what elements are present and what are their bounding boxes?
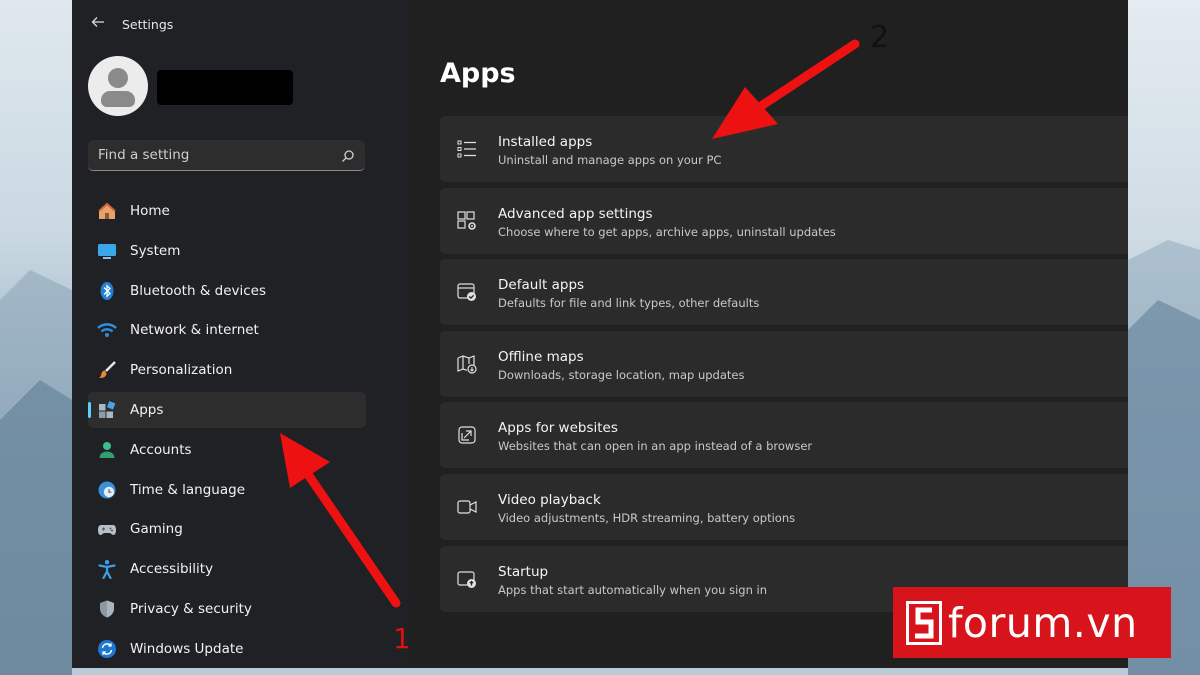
desktop-wallpaper-left bbox=[0, 0, 72, 675]
card-installed-apps[interactable]: Installed apps Uninstall and manage apps… bbox=[440, 116, 1128, 182]
home-icon bbox=[96, 200, 118, 222]
avatar-head bbox=[108, 68, 128, 88]
bluetooth-icon bbox=[96, 280, 118, 302]
sforum-watermark: forum.vn bbox=[893, 587, 1171, 658]
apps-icon bbox=[96, 399, 118, 421]
sidebar-item-bluetooth[interactable]: Bluetooth & devices bbox=[88, 273, 366, 309]
sidebar-item-time-language[interactable]: Time & language bbox=[88, 472, 366, 508]
card-subtitle: Apps that start automatically when you s… bbox=[498, 582, 768, 597]
card-title: Installed apps bbox=[498, 134, 593, 150]
search-input[interactable]: Find a setting bbox=[98, 140, 189, 170]
title-bar: Settings bbox=[88, 12, 173, 36]
card-subtitle: Uninstall and manage apps on your PC bbox=[498, 153, 722, 167]
username-redacted bbox=[157, 70, 293, 105]
watermark-text: forum.vn bbox=[948, 598, 1138, 647]
card-offline-maps[interactable]: Offline maps Downloads, storage location… bbox=[440, 330, 1128, 397]
user-avatar[interactable] bbox=[88, 56, 148, 116]
sidebar-item-label: Home bbox=[130, 203, 170, 219]
video-icon bbox=[456, 496, 478, 518]
update-icon bbox=[96, 638, 118, 660]
gamepad-icon bbox=[96, 518, 118, 540]
sidebar-item-label: Gaming bbox=[130, 521, 183, 538]
card-video-playback[interactable]: Video playback Video adjustments, HDR st… bbox=[440, 473, 1128, 540]
step-2-label: 2 bbox=[870, 20, 890, 55]
step-1-label: 1 bbox=[393, 622, 411, 655]
back-arrow-icon[interactable] bbox=[88, 14, 108, 34]
card-subtitle: Video adjustments, HDR streaming, batter… bbox=[498, 510, 796, 525]
card-subtitle: Downloads, storage location, map updates bbox=[498, 367, 745, 382]
card-title: Advanced app settings bbox=[498, 205, 653, 222]
system-icon bbox=[96, 240, 118, 262]
card-title: Apps for websites bbox=[498, 420, 618, 437]
sidebar-item-label: Apps bbox=[130, 401, 164, 418]
sidebar-item-label: Privacy & security bbox=[130, 600, 252, 617]
active-indicator bbox=[88, 401, 91, 418]
sidebar-item-label: System bbox=[130, 242, 181, 259]
card-apps-for-websites[interactable]: Apps for websites Websites that can open… bbox=[440, 402, 1128, 469]
list-icon bbox=[456, 138, 478, 160]
settings-window: Settings Find a setting Home System Blue… bbox=[72, 0, 1128, 668]
card-subtitle: Defaults for file and link types, other … bbox=[498, 296, 760, 311]
globe-clock-icon bbox=[96, 479, 118, 501]
sidebar-item-network[interactable]: Network & internet bbox=[88, 312, 366, 348]
account-icon bbox=[96, 439, 118, 461]
sidebar-item-label: Windows Update bbox=[130, 640, 244, 657]
sidebar-item-label: Network & internet bbox=[130, 322, 259, 339]
desktop-wallpaper-right bbox=[1128, 0, 1200, 675]
shield-icon bbox=[96, 598, 118, 620]
card-default-apps[interactable]: Default apps Defaults for file and link … bbox=[440, 259, 1128, 326]
sidebar-item-accessibility[interactable]: Accessibility bbox=[88, 551, 366, 587]
startup-icon bbox=[456, 568, 478, 590]
sidebar-item-label: Accounts bbox=[130, 441, 192, 458]
sidebar-item-gaming[interactable]: Gaming bbox=[88, 511, 366, 547]
app-settings-icon bbox=[456, 210, 478, 232]
sidebar-item-apps[interactable]: Apps bbox=[88, 391, 366, 428]
card-subtitle: Websites that can open in an app instead… bbox=[498, 439, 813, 454]
card-advanced-app-settings[interactable]: Advanced app settings Choose where to ge… bbox=[440, 187, 1128, 254]
sidebar-item-label: Bluetooth & devices bbox=[130, 282, 267, 299]
settings-cards: Installed apps Uninstall and manage apps… bbox=[440, 116, 1128, 617]
card-title: Offline maps bbox=[498, 348, 584, 365]
sidebar-item-label: Time & language bbox=[130, 481, 246, 498]
avatar-body bbox=[101, 91, 135, 107]
open-external-icon bbox=[456, 424, 478, 446]
default-apps-icon bbox=[456, 281, 478, 303]
sidebar-nav: Home System Bluetooth & devices Network … bbox=[88, 193, 366, 668]
page-title: Apps bbox=[440, 58, 516, 89]
sidebar-item-windows-update[interactable]: Windows Update bbox=[88, 631, 366, 667]
sidebar-item-label: Accessibility bbox=[130, 561, 214, 578]
sidebar-item-home[interactable]: Home bbox=[88, 193, 366, 229]
sidebar-item-label: Personalization bbox=[130, 362, 233, 379]
card-title: Startup bbox=[498, 563, 549, 580]
search-box[interactable]: Find a setting bbox=[88, 140, 365, 171]
wifi-icon bbox=[96, 319, 118, 341]
card-title: Default apps bbox=[498, 277, 585, 294]
sidebar-item-personalization[interactable]: Personalization bbox=[88, 352, 366, 388]
map-icon bbox=[456, 353, 478, 375]
sforum-logo-icon bbox=[906, 600, 942, 645]
sidebar-item-system[interactable]: System bbox=[88, 233, 366, 269]
card-subtitle: Choose where to get apps, archive apps, … bbox=[498, 224, 836, 239]
accessibility-icon bbox=[96, 558, 118, 580]
search-icon[interactable] bbox=[341, 148, 355, 162]
window-title: Settings bbox=[122, 16, 174, 32]
card-title: Video playback bbox=[498, 491, 601, 508]
sidebar-item-privacy[interactable]: Privacy & security bbox=[88, 591, 366, 627]
sidebar-item-accounts[interactable]: Accounts bbox=[88, 432, 366, 468]
brush-icon bbox=[96, 359, 118, 381]
